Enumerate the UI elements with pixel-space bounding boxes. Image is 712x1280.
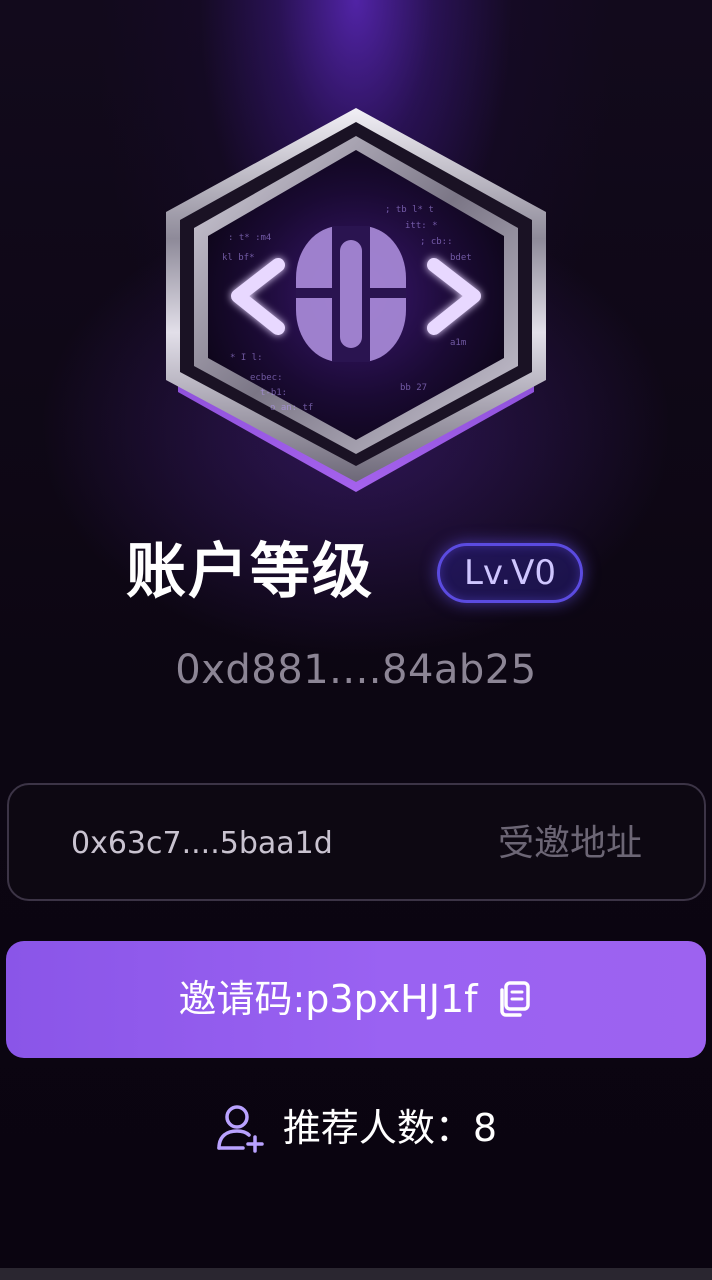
svg-text:o an: tf: o an: tf — [270, 403, 313, 413]
svg-text:ecbec:: ecbec: — [250, 373, 283, 383]
svg-text:t-b1:: t-b1: — [260, 388, 287, 398]
add-user-icon — [215, 1102, 267, 1154]
code-badge-icon: ; tb l* t itt: * ; cb:: bdet : t* :m4 kl… — [150, 100, 562, 500]
account-level-header: 账户等级 Lv.V0 — [0, 530, 712, 616]
invite-code-text: 邀请码:p3pxHJ1f — [178, 977, 478, 1021]
page-title: 账户等级 — [126, 537, 374, 607]
copy-invite-code-button[interactable]: 邀请码:p3pxHJ1f — [6, 941, 706, 1058]
svg-text:bb 27: bb 27 — [400, 383, 427, 393]
level-badge: Lv.V0 — [437, 543, 583, 603]
svg-text:: t* :m4: : t* :m4 — [228, 233, 271, 243]
svg-text:* I l:: * I l: — [230, 353, 263, 363]
account-level-page: ; tb l* t itt: * ; cb:: bdet : t* :m4 kl… — [0, 0, 712, 1280]
svg-text:kl bf*: kl bf* — [222, 253, 255, 263]
copy-icon[interactable] — [494, 979, 534, 1019]
referral-count: 推荐人数：8 — [0, 1098, 712, 1158]
invited-address-label: 受邀地址 — [497, 823, 642, 864]
bottom-edge — [0, 1268, 712, 1280]
invited-address-value: 0x63c7....5baa1d — [71, 826, 333, 861]
svg-text:a1m: a1m — [450, 338, 466, 348]
referral-count-text: 推荐人数：8 — [282, 1106, 498, 1150]
invited-address-field: 0x63c7....5baa1d 受邀地址 — [7, 783, 706, 901]
svg-text:bdet: bdet — [450, 253, 472, 263]
svg-text:; cb::: ; cb:: — [420, 237, 453, 247]
svg-text:; tb l* t: ; tb l* t — [385, 205, 434, 215]
wallet-address: 0xd881....84ab25 — [175, 647, 537, 693]
svg-text:itt: *: itt: * — [405, 221, 438, 231]
